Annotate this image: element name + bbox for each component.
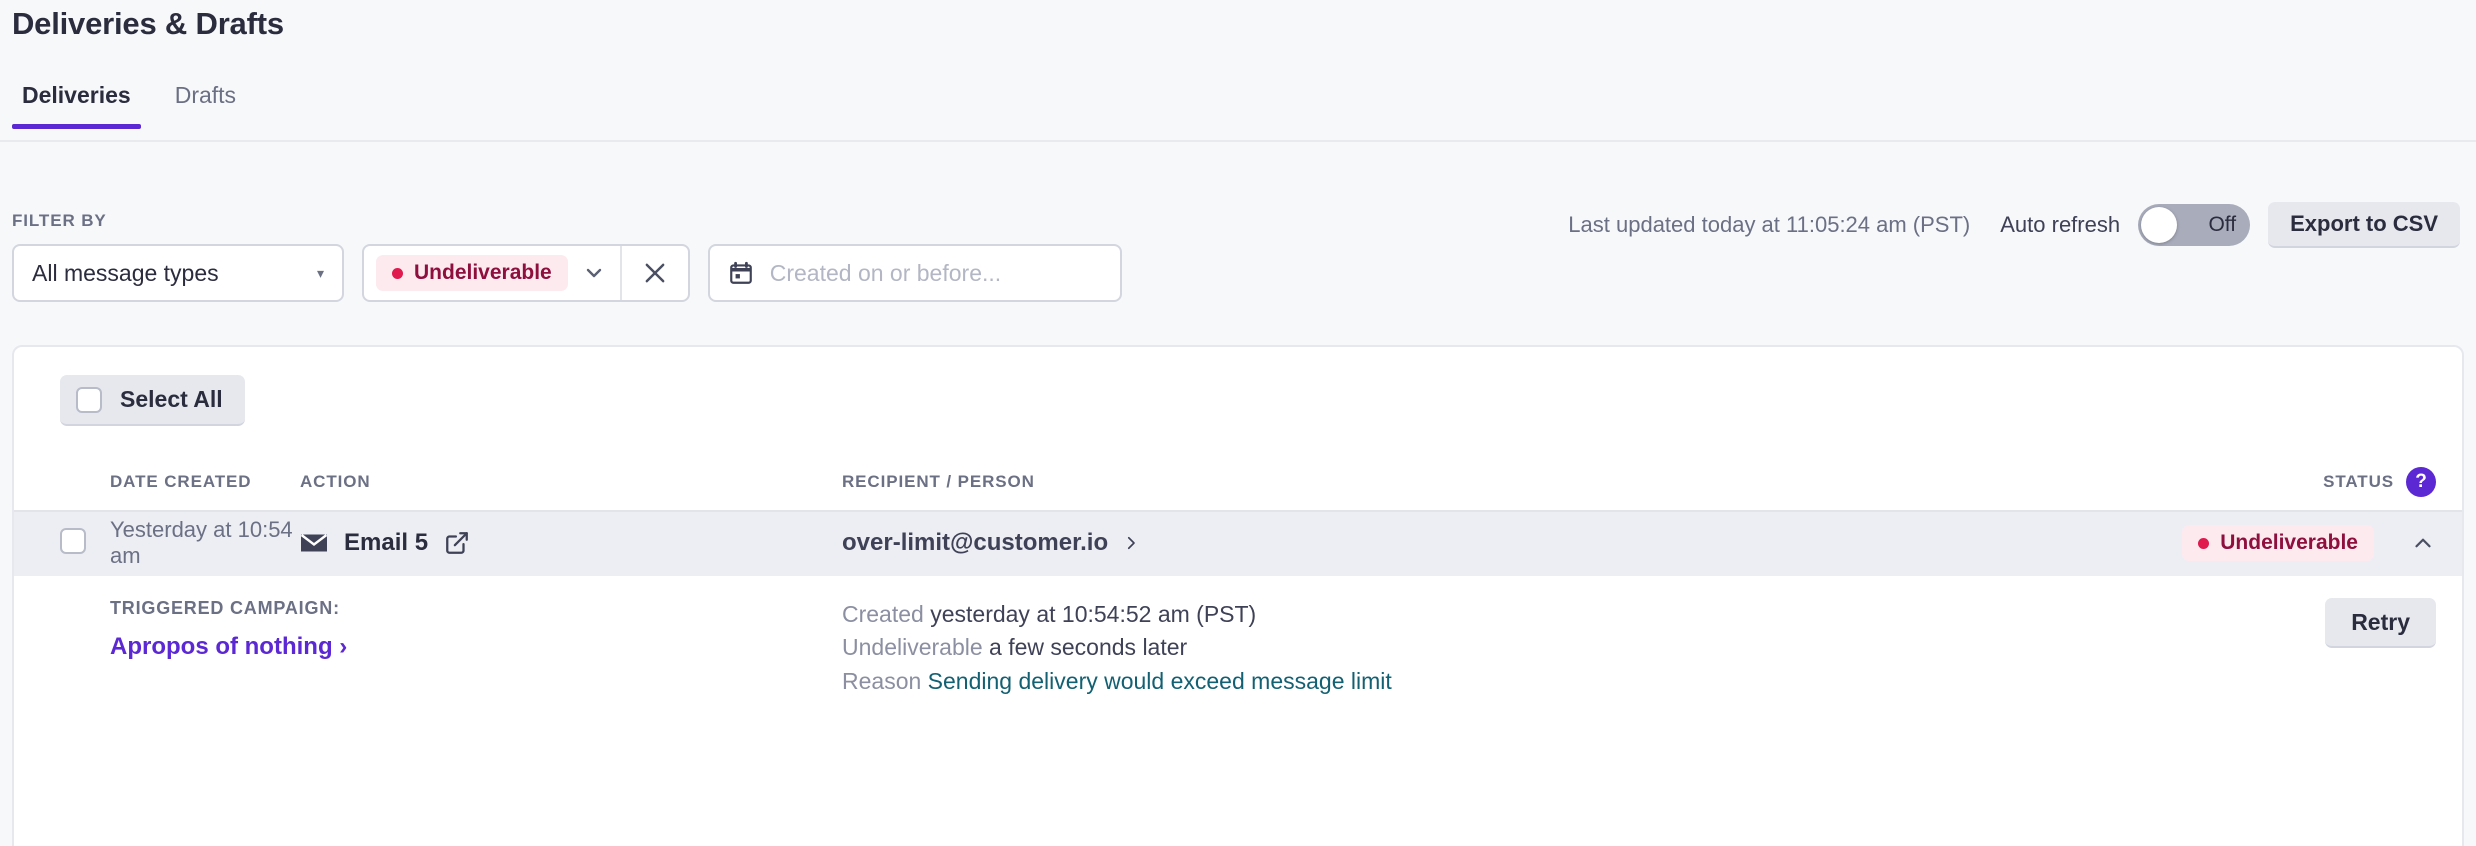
detail-campaign: TRIGGERED CAMPAIGN: Apropos of nothing › — [110, 598, 842, 698]
detail-created-value: yesterday at 10:54:52 am (PST) — [930, 601, 1257, 627]
tab-deliveries[interactable]: Deliveries — [0, 82, 153, 129]
chevron-right-icon[interactable] — [1122, 532, 1140, 554]
chevron-down-icon — [582, 261, 606, 285]
triggered-campaign-label: TRIGGERED CAMPAIGN: — [110, 598, 340, 618]
table-header: DATE CREATED ACTION RECIPIENT / PERSON S… — [14, 454, 2462, 510]
header-action: ACTION — [300, 472, 371, 491]
retry-button[interactable]: Retry — [2325, 598, 2436, 648]
filter-bar: FILTER BY All message types ▾ Undelivera… — [0, 144, 2476, 344]
detail-meta: Created yesterday at 10:54:52 am (PST) U… — [842, 598, 2036, 698]
created-date-placeholder: Created on or before... — [769, 259, 1002, 286]
filter-controls: All message types ▾ Undeliverable Create… — [12, 244, 1122, 302]
auto-refresh-label: Auto refresh — [2000, 212, 2121, 237]
created-on-or-before-input[interactable]: Created on or before... — [707, 244, 1122, 302]
status-dot-icon — [392, 267, 403, 279]
row-checkbox[interactable] — [60, 527, 86, 554]
row-status-label: Undeliverable — [2220, 531, 2358, 554]
auto-refresh-toggle[interactable]: Off — [2138, 204, 2251, 246]
row-expand-toggle[interactable] — [2410, 530, 2436, 556]
header-recipient-person: RECIPIENT / PERSON — [842, 472, 1035, 491]
export-to-csv-label: Export to CSV — [2290, 211, 2438, 236]
last-updated-text: Last updated today at 11:05:24 am (PST) — [1568, 212, 1971, 237]
row-status-cell: Undeliverable — [2036, 525, 2436, 561]
envelope-icon — [300, 532, 328, 554]
chevron-down-icon: ▾ — [316, 264, 324, 281]
toolbar-right: Last updated today at 11:05:24 am (PST) … — [1568, 202, 2460, 248]
status-filter-value: Undeliverable — [414, 261, 552, 284]
deliveries-page: Deliveries & Drafts Deliveries Drafts FI… — [0, 0, 2476, 846]
row-recipient: over-limit@customer.io — [842, 529, 2036, 557]
detail-created-line: Created yesterday at 10:54:52 am (PST) — [842, 598, 2036, 631]
row-action-name[interactable]: Email 5 — [344, 529, 428, 557]
header-status: STATUS ? — [2036, 467, 2436, 497]
campaign-link[interactable]: Apropos of nothing › — [110, 633, 842, 661]
page-title: Deliveries & Drafts — [12, 6, 284, 41]
tab-deliveries-label: Deliveries — [22, 82, 131, 108]
retry-label: Retry — [2351, 608, 2410, 635]
detail-status-line: Undeliverable a few seconds later — [842, 631, 2036, 664]
deliveries-card: Select All DATE CREATED ACTION RECIPIENT… — [12, 345, 2464, 846]
chevron-right-icon: › — [339, 633, 348, 660]
header-date-created: DATE CREATED — [110, 472, 252, 491]
detail-reason-line: Reason Sending delivery would exceed mes… — [842, 665, 2036, 698]
status-filter: Undeliverable — [362, 244, 690, 302]
clear-status-filter-button[interactable] — [622, 246, 688, 300]
auto-refresh-state: Off — [2208, 213, 2237, 236]
detail-reason-value[interactable]: Sending delivery would exceed message li… — [928, 668, 1392, 694]
external-link-icon[interactable] — [444, 530, 470, 556]
status-filter-pill: Undeliverable — [376, 255, 568, 291]
detail-checkbox-spacer — [60, 598, 110, 698]
select-all-label: Select All — [120, 386, 223, 412]
export-to-csv-button[interactable]: Export to CSV — [2268, 202, 2460, 248]
row-action: Email 5 — [300, 529, 842, 557]
table-row[interactable]: Yesterday at 10:54 am Email 5 over-limit… — [14, 510, 2462, 574]
status-help-icon[interactable]: ? — [2406, 467, 2436, 497]
close-icon — [641, 259, 669, 287]
select-all-button[interactable]: Select All — [60, 375, 245, 426]
tab-bar: Deliveries Drafts — [0, 84, 2476, 142]
message-type-value: All message types — [32, 259, 219, 286]
status-dot-icon — [2198, 537, 2210, 549]
header-status-label: STATUS — [2323, 472, 2394, 491]
toggle-knob — [2141, 207, 2178, 243]
calendar-icon — [728, 260, 754, 286]
detail-reason-prefix: Reason — [842, 667, 922, 694]
detail-status-prefix: Undeliverable — [842, 634, 983, 661]
tab-drafts[interactable]: Drafts — [153, 84, 258, 127]
campaign-name: Apropos of nothing — [110, 633, 333, 660]
row-date-created: Yesterday at 10:54 am — [110, 517, 293, 568]
chevron-up-icon — [2410, 530, 2436, 556]
row-detail-panel: TRIGGERED CAMPAIGN: Apropos of nothing ›… — [14, 574, 2462, 725]
select-all-checkbox[interactable] — [76, 386, 102, 413]
row-status-badge: Undeliverable — [2182, 525, 2374, 561]
detail-actions: Retry — [2036, 598, 2436, 698]
status-filter-dropdown[interactable]: Undeliverable — [364, 246, 622, 300]
detail-status-value: a few seconds later — [989, 634, 1188, 661]
detail-created-prefix: Created — [842, 601, 924, 627]
row-recipient-email[interactable]: over-limit@customer.io — [842, 529, 1108, 557]
filter-by-label: FILTER BY — [12, 211, 107, 230]
row-checkbox-cell — [60, 527, 110, 559]
tab-drafts-label: Drafts — [174, 82, 237, 108]
message-type-select[interactable]: All message types ▾ — [12, 244, 344, 302]
select-all-wrap: Select All — [14, 347, 2462, 426]
